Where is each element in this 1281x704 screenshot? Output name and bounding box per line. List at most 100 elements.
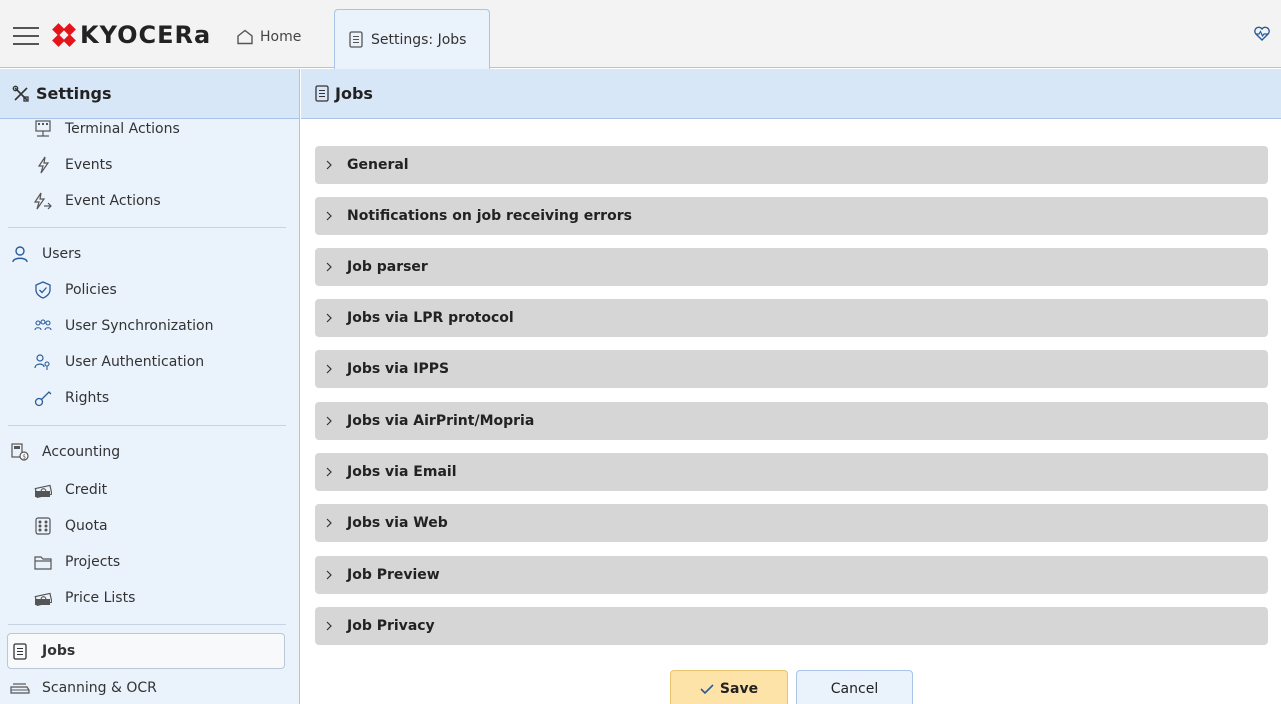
settings-sidebar[interactable]: Terminal Actions Events Event Actions Us… <box>0 119 300 704</box>
tab-settings-jobs-label: Settings: Jobs <box>371 31 467 48</box>
section-jobs-ipps[interactable]: Jobs via IPPS <box>315 350 1268 388</box>
section-jobs-web[interactable]: Jobs via Web <box>315 504 1268 542</box>
sidebar-item-label: User Authentication <box>65 354 205 370</box>
money-icon <box>33 588 53 608</box>
sidebar-item-label: Scanning & OCR <box>42 680 157 696</box>
shield-check-icon <box>33 280 53 300</box>
sidebar-item-label: Terminal Actions <box>65 121 180 137</box>
sidebar-item-scanning-ocr[interactable]: Scanning & OCR <box>10 673 157 703</box>
sidebar-item-label: Accounting <box>42 444 121 460</box>
section-label: General <box>347 157 409 173</box>
sidebar-item-label: Policies <box>65 282 117 298</box>
sidebar-item-label: Projects <box>65 554 121 570</box>
logo-text: KYOCERa <box>80 21 212 49</box>
document-icon <box>349 31 363 48</box>
section-label: Jobs via Web <box>347 515 448 531</box>
sidebar-item-label: Jobs <box>42 643 76 659</box>
sidebar-item-events[interactable]: Events <box>33 150 112 180</box>
sidebar-item-label: Quota <box>65 518 108 534</box>
scanner-icon <box>10 678 30 698</box>
sidebar-item-label: User Synchronization <box>65 318 214 334</box>
sidebar-item-label: Events <box>65 157 113 173</box>
section-label: Jobs via LPR protocol <box>347 310 514 326</box>
users-sync-icon <box>33 316 53 336</box>
section-label: Job parser <box>347 259 428 275</box>
chevron-right-icon <box>325 260 339 274</box>
section-jobs-airprint[interactable]: Jobs via AirPrint/Mopria <box>315 402 1268 440</box>
save-button-label: Save <box>719 681 759 697</box>
sidebar-divider <box>8 425 286 426</box>
svg-text:$: $ <box>22 454 26 461</box>
chevron-right-icon <box>325 465 339 479</box>
user-icon <box>10 244 30 264</box>
save-button[interactable]: Save <box>670 670 788 704</box>
sidebar-item-quota[interactable]: Quota <box>33 511 108 541</box>
hamburger-menu-icon[interactable] <box>13 27 39 45</box>
cancel-button[interactable]: Cancel <box>796 670 913 704</box>
kyocera-logo-icon <box>52 23 76 47</box>
abacus-icon <box>33 516 53 536</box>
section-notifications-errors[interactable]: Notifications on job receiving errors <box>315 197 1268 235</box>
kyocera-logo[interactable]: KYOCERa <box>52 22 211 48</box>
section-label: Notifications on job receiving errors <box>347 208 632 224</box>
lightning-icon <box>33 155 53 175</box>
section-label: Job Privacy <box>347 618 435 634</box>
sidebar-item-projects[interactable]: Projects <box>33 547 120 577</box>
section-label: Jobs via Email <box>347 464 457 480</box>
sidebar-item-accounting[interactable]: $ Accounting <box>10 437 120 467</box>
chevron-right-icon <box>325 158 339 172</box>
tab-home[interactable]: Home <box>236 26 301 48</box>
sidebar-item-terminal-actions[interactable]: Terminal Actions <box>33 119 180 144</box>
money-icon <box>33 480 53 500</box>
chevron-right-icon <box>325 311 339 325</box>
section-jobs-email[interactable]: Jobs via Email <box>315 453 1268 491</box>
tab-home-label: Home <box>260 29 302 45</box>
cancel-button-label: Cancel <box>830 681 879 697</box>
sidebar-divider <box>8 227 286 228</box>
section-job-privacy[interactable]: Job Privacy <box>315 607 1268 645</box>
tab-settings-jobs[interactable]: Settings: Jobs <box>334 9 490 69</box>
chevron-right-icon <box>325 414 339 428</box>
sidebar-item-user-synchronization[interactable]: User Synchronization <box>33 311 214 341</box>
heartbeat-icon[interactable] <box>1253 26 1271 42</box>
sidebar-item-user-authentication[interactable]: User Authentication <box>33 347 204 377</box>
settings-panel-title: Settings <box>36 84 112 103</box>
sidebar-item-label: Price Lists <box>65 590 136 606</box>
lightning-arrow-icon <box>33 191 53 211</box>
sidebar-item-credit[interactable]: Credit <box>33 475 107 505</box>
checkmark-icon <box>700 684 714 695</box>
chevron-right-icon <box>325 516 339 530</box>
sidebar-item-label: Event Actions <box>65 193 161 209</box>
sidebar-item-event-actions[interactable]: Event Actions <box>33 186 161 216</box>
top-bar: KYOCERa Home Settings: Jobs <box>0 0 1281 69</box>
sidebar-item-label: Users <box>42 246 82 262</box>
section-jobs-lpr[interactable]: Jobs via LPR protocol <box>315 299 1268 337</box>
section-label: Job Preview <box>347 567 440 583</box>
user-key-icon <box>33 352 53 372</box>
sidebar-item-label: Rights <box>65 390 110 406</box>
section-label: Jobs via AirPrint/Mopria <box>347 413 535 429</box>
sidebar-item-policies[interactable]: Policies <box>33 275 117 305</box>
section-job-parser[interactable]: Job parser <box>315 248 1268 286</box>
folder-icon <box>33 552 53 572</box>
chevron-right-icon <box>325 619 339 633</box>
sidebar-item-users[interactable]: Users <box>10 239 81 269</box>
home-icon <box>237 29 253 45</box>
sidebar-item-label: Credit <box>65 482 108 498</box>
sidebar-divider <box>8 624 286 625</box>
section-label: Jobs via IPPS <box>347 361 450 377</box>
sidebar-item-price-lists[interactable]: Price Lists <box>33 583 135 613</box>
section-job-preview[interactable]: Job Preview <box>315 556 1268 594</box>
section-general[interactable]: General <box>315 146 1268 184</box>
key-icon <box>33 388 53 408</box>
page-title: Jobs <box>335 84 373 103</box>
sidebar-item-jobs[interactable]: Jobs <box>10 636 75 666</box>
sidebar-item-rights[interactable]: Rights <box>33 383 109 413</box>
chevron-right-icon <box>325 209 339 223</box>
chevron-right-icon <box>325 568 339 582</box>
settings-panel-header: Settings <box>0 69 300 119</box>
document-icon <box>315 85 329 102</box>
jobs-panel-header: Jobs <box>301 69 1281 119</box>
accounting-icon: $ <box>10 442 30 462</box>
chevron-right-icon <box>325 362 339 376</box>
